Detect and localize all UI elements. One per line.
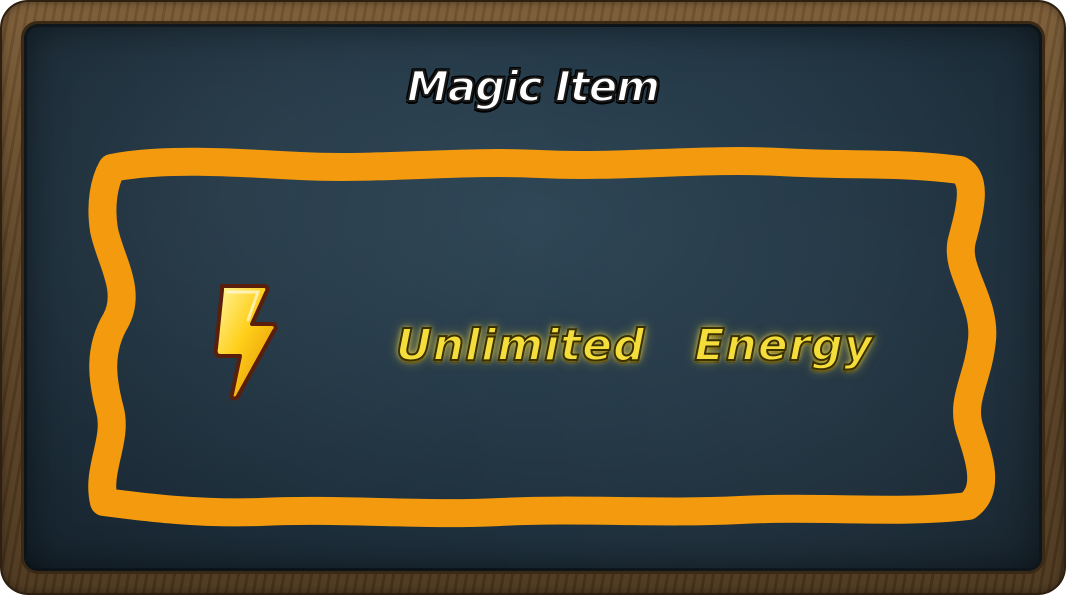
item-highlight-outline bbox=[88, 147, 997, 528]
item-name-label: Unlimited Energy bbox=[395, 319, 874, 372]
lightning-bolt-icon bbox=[213, 284, 278, 401]
